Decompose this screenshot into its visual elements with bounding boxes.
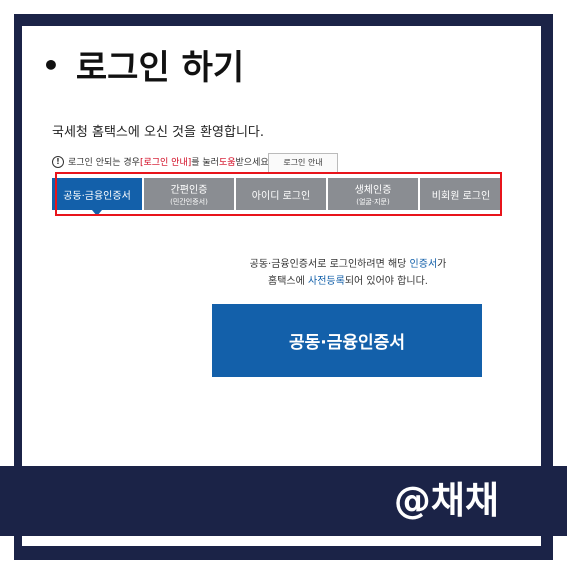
notice-highlight: 사전등록 [308,276,345,287]
notice-highlight: 인증서 [409,259,438,270]
slide-title-text: 로그인 하기 [75,48,245,88]
notice-text: 홈택스에 [268,276,309,287]
help-text-help: 도움 [218,158,236,168]
bullet: • [42,49,60,82]
help-text-3: 받으세요. [235,158,272,168]
notice-text: 공동·금융인증서로 로그인하려면 해당 [249,259,410,270]
help-text-2: 를 눌러 [191,158,219,168]
highlight-box [55,172,502,216]
slide-title: • 로그인 하기 [42,40,244,89]
info-icon: ! [52,155,64,168]
help-text-1: 로그인 안되는 경우 [68,158,140,168]
author-watermark: @채채 [393,479,499,522]
notice-line-2: 홈택스에 사전등록되어 있어야 합니다. [200,273,496,290]
login-help-line: ! 로그인 안되는 경우 [로그인 안내] 를 눌러 도움 받으세요. [52,155,272,168]
notice-text: 가 [437,259,447,270]
notice-text: 되어 있어야 합니다. [344,276,428,287]
notice-line-1: 공동·금융인증서로 로그인하려면 해당 인증서가 [200,256,496,273]
help-text-link: [로그인 안내] [139,158,192,168]
certificate-login-button[interactable]: 공동·금융인증서 [212,304,482,377]
certificate-notice: 공동·금융인증서로 로그인하려면 해당 인증서가 홈택스에 사전등록되어 있어야… [200,256,496,290]
welcome-text: 국세청 홈택스에 오신 것을 환영합니다. [52,125,265,140]
login-guide-button[interactable]: 로그인 안내 [268,153,338,173]
